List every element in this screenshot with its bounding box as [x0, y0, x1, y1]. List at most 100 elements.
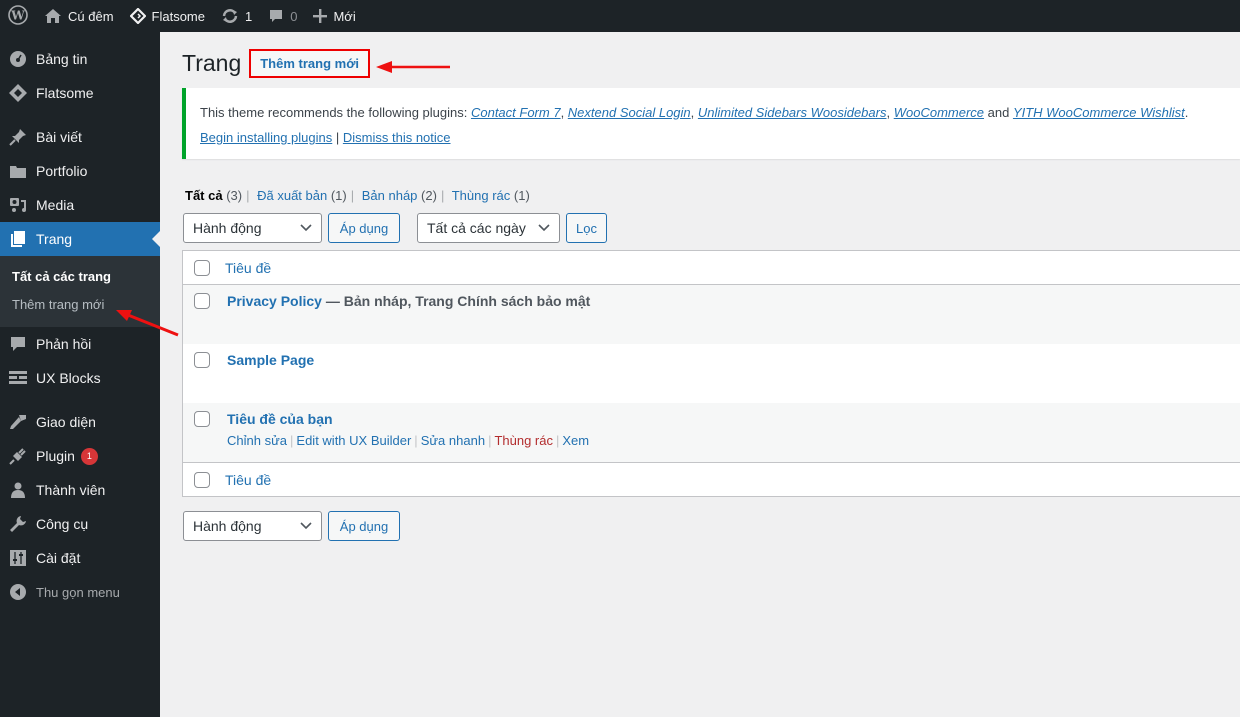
sidebar-item-ux-blocks[interactable]: UX Blocks — [0, 361, 160, 395]
view-label: Thùng rác — [451, 188, 511, 203]
begin-installing-plugins-link[interactable]: Begin installing plugins — [200, 130, 332, 145]
row-title-link[interactable]: Privacy Policy — [227, 293, 322, 309]
sidebar-item-label: Plugin — [36, 448, 75, 464]
view-trash[interactable]: Thùng rác (1) — [452, 188, 530, 203]
row-checkbox[interactable] — [194, 293, 210, 309]
wordpress-logo-icon: W — [8, 4, 28, 28]
plugin-link-contact-form-7[interactable]: Contact Form 7 — [471, 105, 561, 120]
column-title-footer[interactable]: Tiêu đề — [225, 472, 271, 488]
view-count: (3) — [226, 188, 243, 203]
separator: | — [350, 188, 355, 203]
sidebar-item-users[interactable]: Thành viên — [0, 473, 160, 507]
plugin-link-nextend-social-login[interactable]: Nextend Social Login — [568, 105, 691, 120]
select-all-checkbox[interactable] — [194, 259, 210, 276]
row-checkbox[interactable] — [194, 352, 210, 368]
sidebar-item-media[interactable]: Media — [0, 188, 160, 222]
plugin-icon — [8, 446, 28, 466]
select-all-checkbox[interactable] — [194, 471, 210, 488]
column-title-header[interactable]: Tiêu đề — [225, 260, 271, 276]
trash-link[interactable]: Thùng rác — [494, 433, 553, 448]
date-filter-select[interactable]: Tất cả các ngày — [417, 213, 560, 243]
brush-icon — [8, 412, 28, 432]
main-content: Trang Thêm trang mới This theme recommen… — [160, 32, 1240, 717]
date-filter-value: Tất cả các ngày — [427, 220, 526, 236]
updates-icon — [221, 8, 239, 24]
folder-icon — [8, 161, 28, 181]
chevron-down-icon — [538, 221, 550, 235]
site-name: Cú đêm — [68, 8, 114, 24]
comments-link[interactable]: 0 — [260, 0, 305, 32]
view-published[interactable]: Đã xuất bản (1) — [257, 188, 347, 203]
dismiss-notice-link[interactable]: Dismiss this notice — [343, 130, 451, 145]
media-icon — [8, 195, 28, 215]
theme-name: Flatsome — [151, 8, 205, 24]
new-content-link[interactable]: Mới — [305, 0, 363, 32]
view-count: (1) — [513, 188, 530, 203]
plugin-update-badge: 1 — [80, 447, 98, 465]
row-actions: Chỉnh sửa | Edit with UX Builder | Sửa nhanh… — [227, 433, 589, 448]
annotation-arrow — [376, 61, 450, 73]
sidebar-item-label: Phản hồi — [36, 336, 92, 352]
edit-link[interactable]: Chỉnh sửa — [227, 433, 287, 448]
pin-icon — [8, 127, 28, 147]
view-label: Đã xuất bản — [257, 188, 328, 203]
wordpress-logo-button[interactable]: W — [0, 0, 36, 32]
edit-with-ux-builder-link[interactable]: Edit with UX Builder — [296, 433, 411, 448]
plugin-link-yith-wishlist[interactable]: YITH WooCommerce Wishlist — [1013, 105, 1185, 120]
filter-button[interactable]: Lọc — [566, 213, 607, 243]
separator: , — [886, 105, 894, 120]
site-name-link[interactable]: Cú đêm — [36, 0, 122, 32]
sidebar-item-label: Portfolio — [36, 163, 88, 179]
admin-sidebar: Bảng tin Flatsome Bài viết Portfolio Med… — [0, 32, 160, 717]
sidebar-item-tools[interactable]: Công cụ — [0, 507, 160, 541]
comment-icon — [8, 334, 28, 354]
collapse-menu-label: Thu gọn menu — [36, 584, 120, 600]
collapse-menu-button[interactable]: Thu gọn menu — [0, 575, 160, 609]
sidebar-item-label: Bài viết — [36, 129, 82, 145]
plugin-link-woocommerce[interactable]: WooCommerce — [894, 105, 984, 120]
separator: , — [560, 105, 568, 120]
bulk-action-select-bottom[interactable]: Hành động — [183, 511, 322, 541]
page-icon — [8, 229, 28, 249]
sidebar-item-appearance[interactable]: Giao diện — [0, 405, 160, 439]
sidebar-item-settings[interactable]: Cài đặt — [0, 541, 160, 575]
sidebar-item-flatsome[interactable]: Flatsome — [0, 76, 160, 110]
notice-period: . — [1184, 105, 1189, 120]
row-checkbox[interactable] — [194, 411, 210, 427]
svg-text:W: W — [10, 8, 25, 22]
bulk-apply-button[interactable]: Áp dụng — [328, 213, 400, 243]
bulk-action-select[interactable]: Hành động — [183, 213, 322, 243]
view-count: (1) — [330, 188, 347, 203]
table-row: Sample Page — [183, 344, 1240, 403]
tablenav-bottom: Hành động Áp dụng — [183, 511, 400, 541]
flatsome-menu-link[interactable]: Flatsome — [122, 0, 213, 32]
view-all[interactable]: Tất cả (3) — [185, 188, 242, 203]
updates-link[interactable]: 1 — [213, 0, 260, 32]
row-title-link[interactable]: Tiêu đề của bạn — [227, 411, 333, 427]
post-state: — Bản nháp, Trang Chính sách bảo mật — [321, 293, 591, 309]
sidebar-item-portfolio[interactable]: Portfolio — [0, 154, 160, 188]
chevron-down-icon — [300, 519, 312, 533]
sidebar-item-plugins[interactable]: Plugin 1 — [0, 439, 160, 473]
view-link[interactable]: Xem — [562, 433, 589, 448]
view-drafts[interactable]: Bản nháp (2) — [362, 188, 437, 203]
sidebar-item-pages[interactable]: Trang — [0, 222, 160, 256]
row-title-link[interactable]: Sample Page — [227, 352, 314, 368]
notice-and: and — [984, 105, 1013, 120]
sidebar-item-dashboard[interactable]: Bảng tin — [0, 42, 160, 76]
bulk-apply-button-bottom[interactable]: Áp dụng — [328, 511, 400, 541]
table-row: Privacy Policy — Bản nháp, Trang Chính s… — [183, 285, 1240, 344]
flatsome-icon — [8, 83, 28, 103]
table-footer: Tiêu đề — [183, 462, 1240, 496]
sidebar-item-posts[interactable]: Bài viết — [0, 120, 160, 154]
updates-count: 1 — [245, 8, 253, 24]
submenu-all-pages[interactable]: Tất cả các trang — [0, 263, 160, 291]
plugin-link-unlimited-sidebars[interactable]: Unlimited Sidebars Woosidebars — [698, 105, 887, 120]
quick-edit-link[interactable]: Sửa nhanh — [421, 433, 485, 448]
page-title: Trang — [182, 50, 242, 76]
add-new-page-button[interactable]: Thêm trang mới — [249, 49, 371, 78]
table-row: Tiêu đề của bạn Chỉnh sửa | Edit with UX B… — [183, 403, 1240, 462]
new-label: Mới — [333, 8, 356, 24]
chevron-down-icon — [300, 221, 312, 235]
user-icon — [8, 480, 28, 500]
